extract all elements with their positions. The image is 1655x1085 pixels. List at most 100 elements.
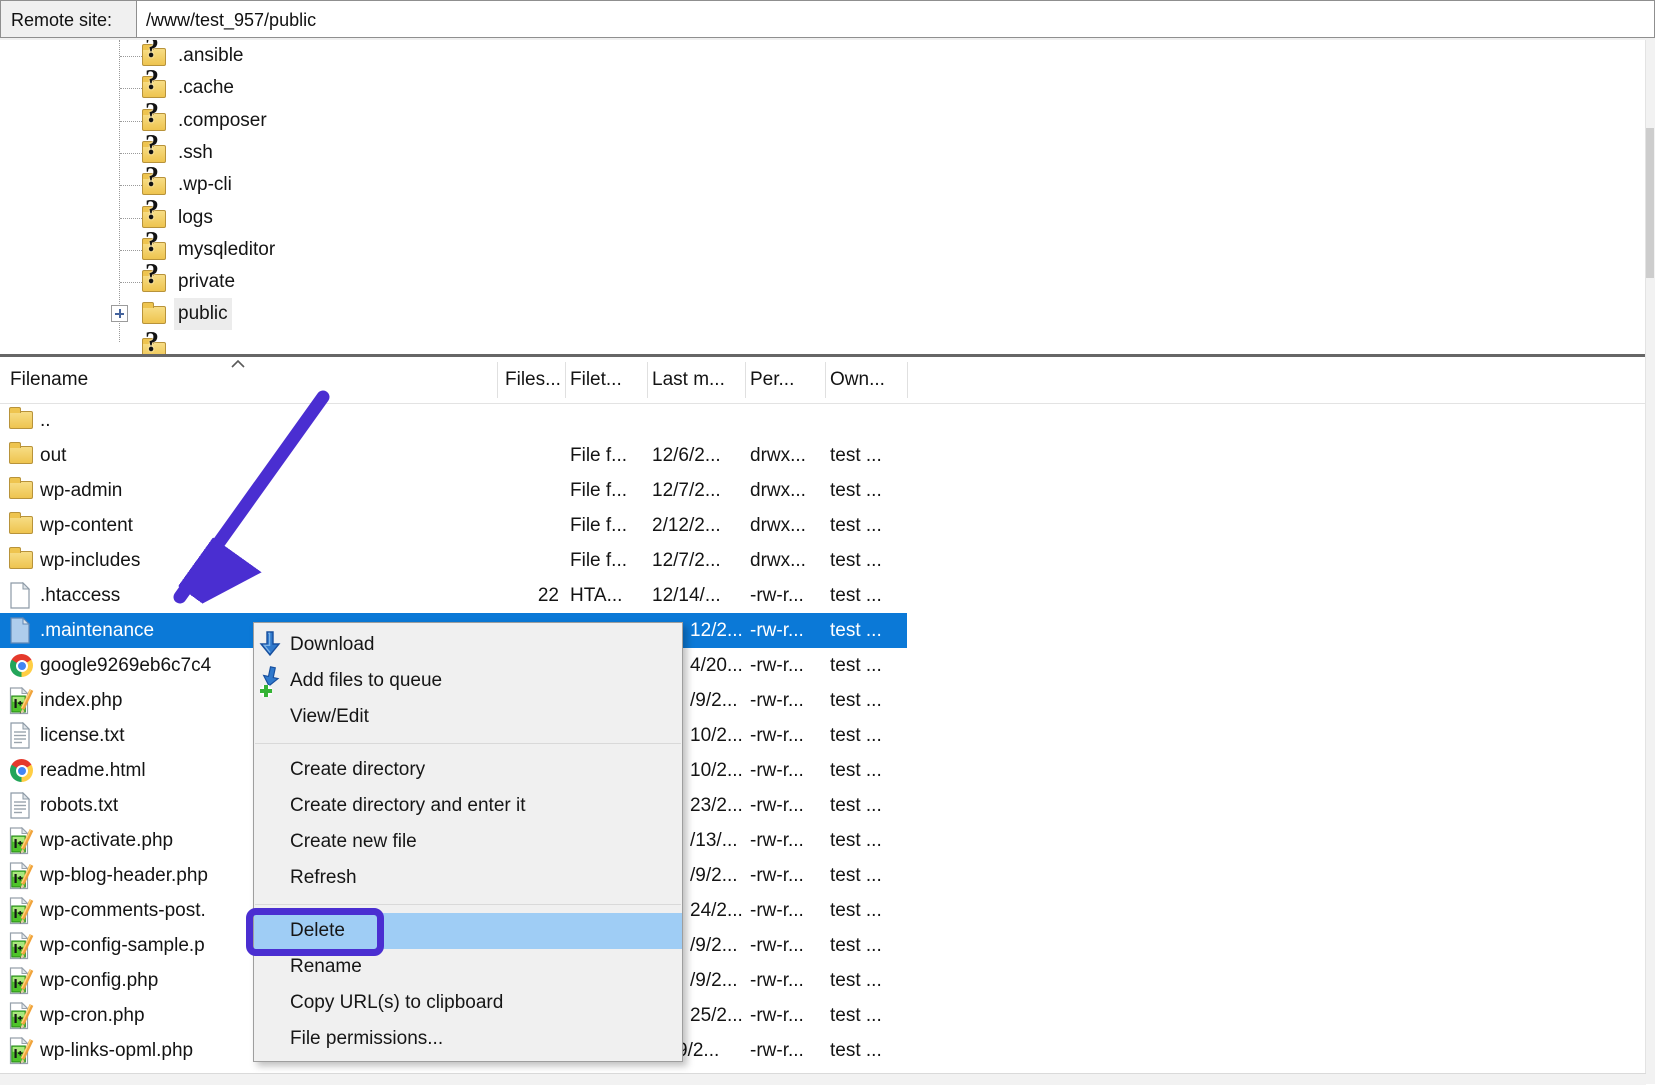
- horizontal-scrollbar[interactable]: [0, 1073, 1646, 1085]
- file-row-parent[interactable]: ..: [0, 403, 907, 438]
- column-separator[interactable]: [565, 362, 566, 398]
- folder-icon: [9, 477, 35, 504]
- cell-date: 12/6/2...: [652, 438, 721, 473]
- menu-item-create-new-file[interactable]: Create new file: [254, 824, 682, 860]
- remote-site-path-input[interactable]: /www/test_957/public: [136, 0, 1655, 38]
- file-row-dot-htaccess[interactable]: .htaccess22HTA...12/14/...-rw-r...test .…: [0, 578, 907, 613]
- menu-item-label: Add files to queue: [290, 670, 442, 691]
- tree-item-label: .wp-cli: [174, 169, 236, 201]
- column-separator[interactable]: [745, 362, 746, 398]
- vertical-scrollbar[interactable]: [1645, 40, 1655, 1084]
- menu-item-refresh[interactable]: Refresh: [254, 860, 682, 896]
- column-header-per[interactable]: Per...: [750, 357, 794, 403]
- column-separator[interactable]: [497, 362, 498, 398]
- cell-date: /9/2...: [690, 858, 738, 893]
- cell-perms: -rw-r...: [750, 928, 804, 963]
- php-file-icon: [9, 1002, 35, 1029]
- cell-date: 10/2...: [690, 718, 743, 753]
- tree-item-dot-ansible[interactable]: ?.ansible: [0, 40, 1646, 72]
- cell-date: /9/2...: [690, 683, 738, 718]
- tree-branch-line: [120, 121, 142, 122]
- cell-perms: drwx...: [750, 438, 806, 473]
- document-lines-icon: [9, 792, 35, 819]
- column-header-filename[interactable]: Filename: [10, 357, 88, 403]
- cell-owner: test ...: [830, 508, 882, 543]
- tree-item-public[interactable]: public: [0, 298, 1646, 330]
- column-header-lastm[interactable]: Last m...: [652, 357, 725, 403]
- menu-item-rename[interactable]: Rename: [254, 949, 682, 985]
- menu-item-add-files-to-queue[interactable]: Add files to queue: [254, 663, 682, 699]
- cell-owner: test ...: [830, 718, 882, 753]
- file-row-wp-content[interactable]: wp-contentFile f...2/12/2...drwx...test …: [0, 508, 907, 543]
- file-row-out[interactable]: outFile f...12/6/2...drwx...test ...: [0, 438, 907, 473]
- tree-item-label: .composer: [174, 105, 271, 137]
- question-folder-icon: ?: [142, 337, 172, 354]
- cell-name: wp-cron.php: [40, 998, 145, 1033]
- cell-type: File f...: [570, 473, 627, 508]
- tree-item-private[interactable]: ?private: [0, 266, 1646, 298]
- menu-separator: [255, 904, 681, 905]
- tree-branch-line: [120, 153, 142, 154]
- tree-item-partial: ?: [0, 334, 1646, 354]
- folder-icon: [9, 442, 35, 469]
- column-header-own[interactable]: Own...: [830, 357, 885, 403]
- cell-date: 24/2...: [690, 893, 743, 928]
- file-row-wp-includes[interactable]: wp-includesFile f...12/7/2...drwx...test…: [0, 543, 907, 578]
- column-separator[interactable]: [825, 362, 826, 398]
- cell-name: wp-comments-post.: [40, 893, 206, 928]
- menu-item-delete[interactable]: Delete: [254, 913, 682, 949]
- tree-item-mysqleditor[interactable]: ?mysqleditor: [0, 234, 1646, 266]
- php-file-icon: [9, 967, 35, 994]
- cell-name: readme.html: [40, 753, 146, 788]
- column-separator[interactable]: [647, 362, 648, 398]
- chrome-icon: [9, 652, 35, 679]
- sort-asc-icon: [230, 359, 246, 369]
- tree-item-dot-wp-cli[interactable]: ?.wp-cli: [0, 169, 1646, 201]
- tree-item-logs[interactable]: ?logs: [0, 202, 1646, 234]
- column-separator[interactable]: [907, 362, 908, 398]
- plus-expander-icon[interactable]: [111, 305, 128, 322]
- cell-name: wp-config.php: [40, 963, 158, 998]
- tree-item-dot-ssh[interactable]: ?.ssh: [0, 137, 1646, 169]
- menu-item-view-edit[interactable]: View/Edit: [254, 699, 682, 735]
- cell-perms: drwx...: [750, 473, 806, 508]
- cell-type: HTA...: [570, 578, 622, 613]
- cell-name: license.txt: [40, 718, 124, 753]
- cell-owner: test ...: [830, 858, 882, 893]
- cell-owner: test ...: [830, 1033, 882, 1068]
- menu-item-label: Create directory and enter it: [290, 795, 526, 816]
- cell-owner: test ...: [830, 998, 882, 1033]
- menu-item-label: View/Edit: [290, 706, 369, 727]
- menu-item-create-directory[interactable]: Create directory: [254, 752, 682, 788]
- cell-name: out: [40, 438, 66, 473]
- cell-name: wp-config-sample.p: [40, 928, 205, 963]
- cell-perms: -rw-r...: [750, 858, 804, 893]
- remote-file-list: Filename Files...Filet... Last m... Per... O…: [0, 357, 1646, 1073]
- php-file-icon: [9, 1037, 35, 1064]
- file-row-wp-admin[interactable]: wp-adminFile f...12/7/2...drwx...test ..…: [0, 473, 907, 508]
- cell-type: File f...: [570, 543, 627, 578]
- menu-item-file-permissions[interactable]: File permissions...: [254, 1021, 682, 1057]
- cell-perms: -rw-r...: [750, 753, 804, 788]
- cell-date: /9/2...: [690, 928, 738, 963]
- tree-branch-line: [120, 282, 142, 283]
- menu-item-download[interactable]: Download: [254, 627, 682, 663]
- cell-owner: test ...: [830, 648, 882, 683]
- cell-owner: test ...: [830, 578, 882, 613]
- menu-item-label: Create directory: [290, 759, 425, 780]
- file-list-header: Filename Files...Filet... Last m... Per... O…: [0, 357, 1646, 404]
- tree-branch-line: [120, 250, 142, 251]
- cell-owner: test ...: [830, 438, 882, 473]
- tree-item-label: mysqleditor: [174, 234, 279, 266]
- cell-name: robots.txt: [40, 788, 118, 823]
- cell-name: wp-admin: [40, 473, 122, 508]
- column-header-files[interactable]: Files...: [505, 357, 561, 403]
- vertical-scrollbar-thumb[interactable]: [1646, 128, 1654, 278]
- menu-item-copy-url-s-to-clipboard[interactable]: Copy URL(s) to clipboard: [254, 985, 682, 1021]
- menu-item-create-directory-and-enter-it[interactable]: Create directory and enter it: [254, 788, 682, 824]
- tree-item-dot-composer[interactable]: ?.composer: [0, 105, 1646, 137]
- context-menu: Download Add files to queue View/Edit Creat…: [253, 622, 683, 1062]
- tree-item-dot-cache[interactable]: ?.cache: [0, 72, 1646, 104]
- php-file-icon: [9, 932, 35, 959]
- column-header-filet[interactable]: Filet...: [570, 357, 622, 403]
